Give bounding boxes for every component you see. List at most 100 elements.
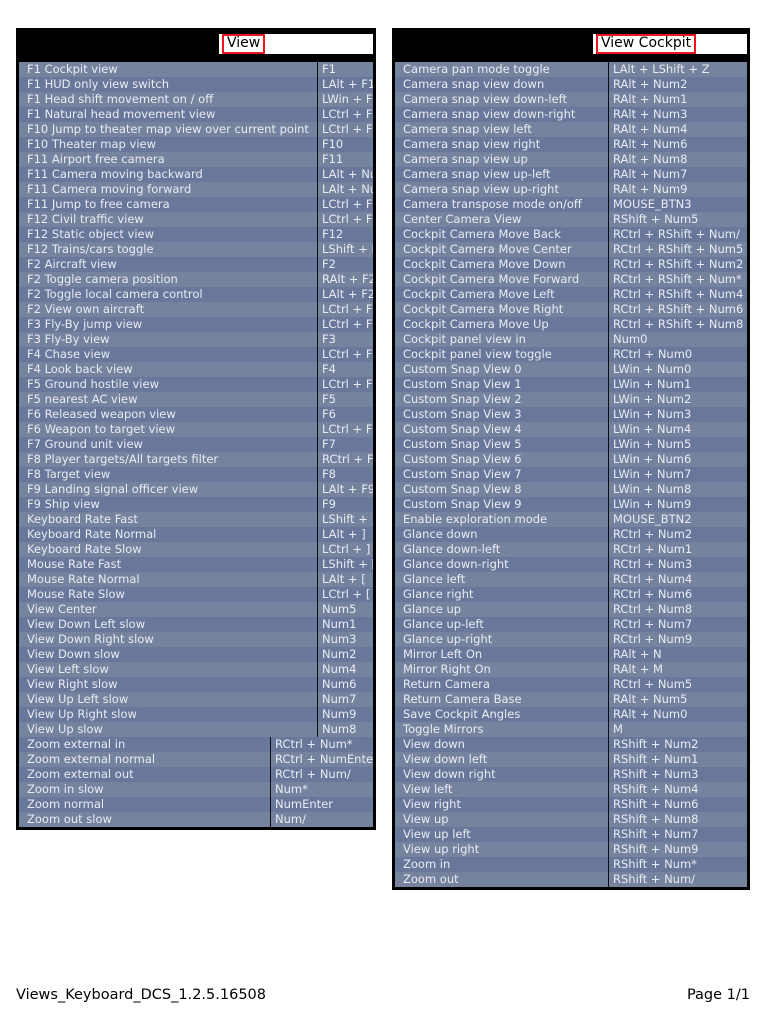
keybind-row[interactable]: Custom Snap View 3 LWin + Num3	[395, 407, 747, 422]
keybind-row[interactable]: Mouse Rate Slow LCtrl + [	[19, 587, 373, 602]
keybind-row[interactable]: View Center Num5	[19, 602, 373, 617]
keybind-row[interactable]: F12 Civil traffic view LCtrl + F12	[19, 212, 373, 227]
keybind-row[interactable]: Keyboard Rate Slow LCtrl + ]	[19, 542, 373, 557]
keybind-row[interactable]: View down left RShift + Num1	[395, 752, 747, 767]
keybind-row[interactable]: View Down Right slow Num3	[19, 632, 373, 647]
keybind-row[interactable]: Cockpit Camera Move Right RCtrl + RShift …	[395, 302, 747, 317]
keybind-row[interactable]: Glance right RCtrl + Num6	[395, 587, 747, 602]
keybind-row[interactable]: F5 Ground hostile view LCtrl + F5	[19, 377, 373, 392]
keybind-row[interactable]: Camera snap view up-left RAlt + Num7	[395, 167, 747, 182]
keybind-row[interactable]: Mouse Rate Fast LShift + [	[19, 557, 373, 572]
keybind-row[interactable]: Zoom in slow Num*	[19, 782, 373, 797]
keybind-row[interactable]: Camera transpose mode on/off MOUSE_BTN3	[395, 197, 747, 212]
keybind-row[interactable]: Cockpit panel view toggle RCtrl + Num0	[395, 347, 747, 362]
keybind-row[interactable]: Custom Snap View 6 LWin + Num6	[395, 452, 747, 467]
keybind-row[interactable]: View up RShift + Num8	[395, 812, 747, 827]
keybind-row[interactable]: F4 Chase view LCtrl + F4	[19, 347, 373, 362]
keybind-row[interactable]: F1 Head shift movement on / off LWin + F1	[19, 92, 373, 107]
keybind-row[interactable]: F11 Camera moving backward LAlt + Num/	[19, 167, 373, 182]
keybind-row[interactable]: F11 Camera moving forward LAlt + Num*	[19, 182, 373, 197]
keybind-row[interactable]: View right RShift + Num6	[395, 797, 747, 812]
keybind-row[interactable]: Custom Snap View 7 LWin + Num7	[395, 467, 747, 482]
keybind-row[interactable]: Custom Snap View 1 LWin + Num1	[395, 377, 747, 392]
keybind-row[interactable]: Zoom external out RCtrl + Num/	[19, 767, 373, 782]
keybind-row[interactable]: F1 Natural head movement view LCtrl + F1	[19, 107, 373, 122]
keybind-row[interactable]: Glance up-left RCtrl + Num7	[395, 617, 747, 632]
keybind-row[interactable]: View left RShift + Num4	[395, 782, 747, 797]
keybind-row[interactable]: Cockpit Camera Move Down RCtrl + RShift +…	[395, 257, 747, 272]
keybind-row[interactable]: F1 HUD only view switch LAlt + F1	[19, 77, 373, 92]
keybind-row[interactable]: F3 Fly-By jump view LCtrl + F3	[19, 317, 373, 332]
keybind-row[interactable]: Camera snap view up RAlt + Num8	[395, 152, 747, 167]
keybind-row[interactable]: F6 Weapon to target view LCtrl + F6	[19, 422, 373, 437]
keybind-row[interactable]: Camera snap view down-right RAlt + Num3	[395, 107, 747, 122]
keybind-row[interactable]: F11 Airport free camera F11	[19, 152, 373, 167]
keybind-row[interactable]: Glance up RCtrl + Num8	[395, 602, 747, 617]
keybind-row[interactable]: Custom Snap View 5 LWin + Num5	[395, 437, 747, 452]
keybind-row[interactable]: F12 Trains/cars toggle LShift + F12	[19, 242, 373, 257]
keybind-row[interactable]: View Up Left slow Num7	[19, 692, 373, 707]
keybind-row[interactable]: Enable exploration mode MOUSE_BTN2	[395, 512, 747, 527]
keybind-row[interactable]: View Up slow Num8	[19, 722, 373, 737]
keybind-row[interactable]: Camera snap view up-right RAlt + Num9	[395, 182, 747, 197]
keybind-row[interactable]: F11 Jump to free camera LCtrl + F11	[19, 197, 373, 212]
keybind-row[interactable]: Glance left RCtrl + Num4	[395, 572, 747, 587]
keybind-row[interactable]: View up right RShift + Num9	[395, 842, 747, 857]
keybind-row[interactable]: Custom Snap View 4 LWin + Num4	[395, 422, 747, 437]
keybind-row[interactable]: View down right RShift + Num3	[395, 767, 747, 782]
keybind-row[interactable]: F1 Cockpit view F1	[19, 62, 373, 77]
keybind-row[interactable]: Camera snap view right RAlt + Num6	[395, 137, 747, 152]
keybind-row[interactable]: Zoom out RShift + Num/	[395, 872, 747, 887]
keybind-row[interactable]: View Down Left slow Num1	[19, 617, 373, 632]
keybind-row[interactable]: Cockpit panel view in Num0	[395, 332, 747, 347]
keybind-row[interactable]: Cockpit Camera Move Left RCtrl + RShift +…	[395, 287, 747, 302]
keybind-row[interactable]: Zoom external normal RCtrl + NumEnter	[19, 752, 373, 767]
keybind-row[interactable]: F5 nearest AC view F5	[19, 392, 373, 407]
keybind-row[interactable]: Toggle Mirrors M	[395, 722, 747, 737]
keybind-row[interactable]: Glance down RCtrl + Num2	[395, 527, 747, 542]
keybind-row[interactable]: Camera snap view down-left RAlt + Num1	[395, 92, 747, 107]
keybind-row[interactable]: Camera snap view down RAlt + Num2	[395, 77, 747, 92]
keybind-row[interactable]: Glance down-left RCtrl + Num1	[395, 542, 747, 557]
keybind-row[interactable]: Cockpit Camera Move Up RCtrl + RShift + N…	[395, 317, 747, 332]
keybind-row[interactable]: Custom Snap View 0 LWin + Num0	[395, 362, 747, 377]
keybind-row[interactable]: View Down slow Num2	[19, 647, 373, 662]
keybind-row[interactable]: Cockpit Camera Move Forward RCtrl + RShif…	[395, 272, 747, 287]
keybind-row[interactable]: View up left RShift + Num7	[395, 827, 747, 842]
keybind-row[interactable]: F3 Fly-By view F3	[19, 332, 373, 347]
keybind-row[interactable]: Mirror Right On RAlt + M	[395, 662, 747, 677]
keybind-row[interactable]: F8 Player targets/All targets filter RCtr…	[19, 452, 373, 467]
keybind-row[interactable]: View down RShift + Num2	[395, 737, 747, 752]
keybind-row[interactable]: Custom Snap View 8 LWin + Num8	[395, 482, 747, 497]
panel-view-title-field[interactable]: View	[218, 33, 374, 55]
keybind-row[interactable]: Keyboard Rate Fast LShift + ]	[19, 512, 373, 527]
keybind-row[interactable]: View Up Right slow Num9	[19, 707, 373, 722]
keybind-row[interactable]: Return Camera RCtrl + Num5	[395, 677, 747, 692]
keybind-row[interactable]: F2 Toggle camera position RAlt + F2	[19, 272, 373, 287]
keybind-row[interactable]: Zoom external in RCtrl + Num*	[19, 737, 373, 752]
keybind-row[interactable]: Mouse Rate Normal LAlt + [	[19, 572, 373, 587]
keybind-row[interactable]: F7 Ground unit view F7	[19, 437, 373, 452]
keybind-row[interactable]: Custom Snap View 9 LWin + Num9	[395, 497, 747, 512]
keybind-row[interactable]: View Right slow Num6	[19, 677, 373, 692]
keybind-row[interactable]: Zoom out slow Num/	[19, 812, 373, 827]
keybind-row[interactable]: F9 Ship view F9	[19, 497, 373, 512]
keybind-row[interactable]: F8 Target view F8	[19, 467, 373, 482]
keybind-row[interactable]: Center Camera View RShift + Num5	[395, 212, 747, 227]
keybind-row[interactable]: Zoom in RShift + Num*	[395, 857, 747, 872]
keybind-row[interactable]: Cockpit Camera Move Center RCtrl + RShift…	[395, 242, 747, 257]
keybind-row[interactable]: Camera pan mode toggle LAlt + LShift + Z	[395, 62, 747, 77]
keybind-row[interactable]: Keyboard Rate Normal LAlt + ]	[19, 527, 373, 542]
keybind-row[interactable]: F10 Theater map view F10	[19, 137, 373, 152]
keybind-row[interactable]: F4 Look back view F4	[19, 362, 373, 377]
keybind-row[interactable]: Camera snap view left RAlt + Num4	[395, 122, 747, 137]
keybind-row[interactable]: Return Camera Base RAlt + Num5	[395, 692, 747, 707]
keybind-row[interactable]: F12 Static object view F12	[19, 227, 373, 242]
keybind-row[interactable]: F2 View own aircraft LCtrl + F2	[19, 302, 373, 317]
keybind-row[interactable]: F9 Landing signal officer view LAlt + F9	[19, 482, 373, 497]
keybind-row[interactable]: F10 Jump to theater map view over curren…	[19, 122, 373, 137]
keybind-row[interactable]: F6 Released weapon view F6	[19, 407, 373, 422]
keybind-row[interactable]: Save Cockpit Angles RAlt + Num0	[395, 707, 747, 722]
keybind-row[interactable]: F2 Toggle local camera control LAlt + F2	[19, 287, 373, 302]
keybind-row[interactable]: View Left slow Num4	[19, 662, 373, 677]
